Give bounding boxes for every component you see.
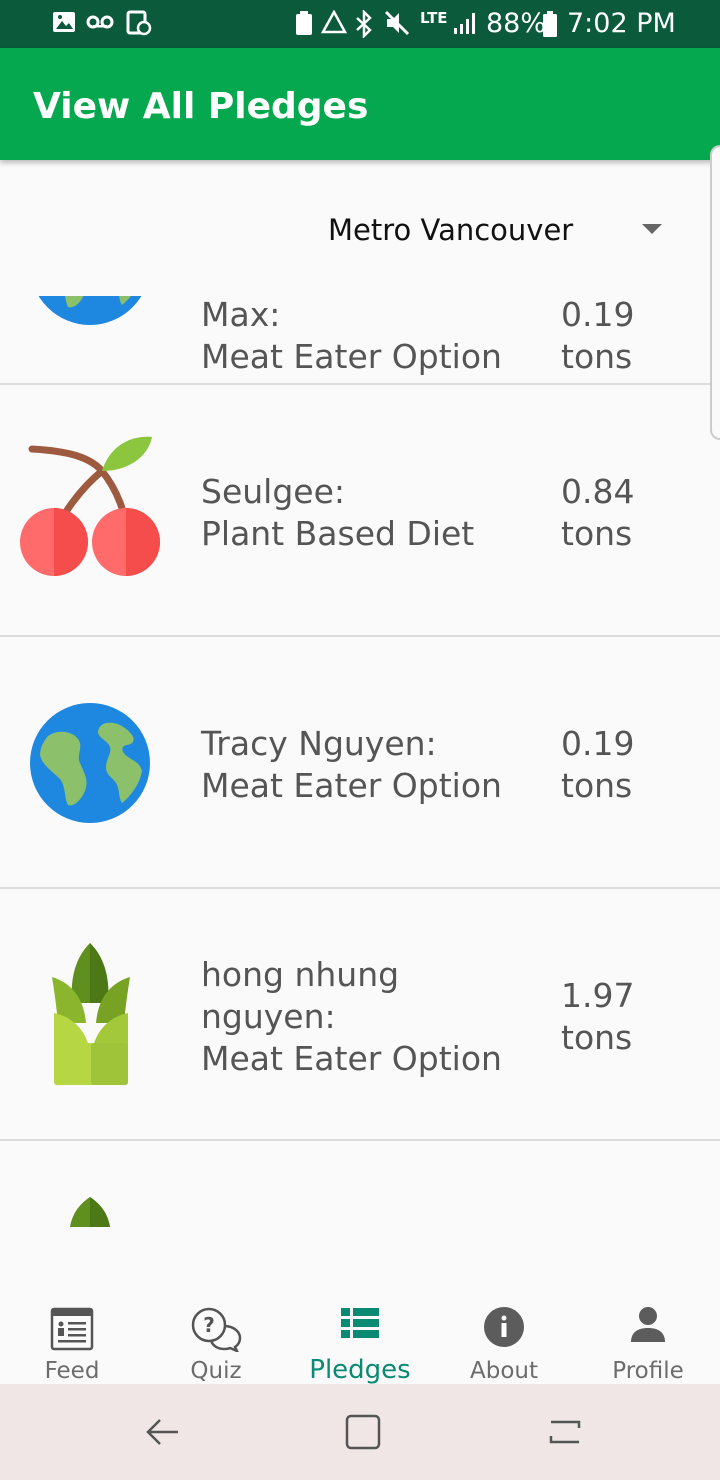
svg-text:?: ? — [203, 1313, 215, 1337]
pledge-amount: 0.19 — [561, 724, 635, 763]
pledge-unit: tons — [561, 337, 633, 376]
battery-percent: 88% — [486, 8, 547, 39]
nav-item-profile[interactable]: Profile — [576, 1296, 720, 1384]
list-icon — [341, 1308, 379, 1338]
nav-item-feed[interactable]: Feed — [0, 1296, 144, 1384]
signal-icon — [454, 13, 475, 34]
info-icon — [484, 1307, 524, 1347]
calendar-notification-icon — [126, 10, 152, 36]
nav-item-about[interactable]: About — [432, 1296, 576, 1384]
nav-label-about: About — [469, 1358, 538, 1384]
battery-saver-icon — [296, 11, 312, 35]
pledge-user-name: Max: — [201, 296, 281, 334]
pledge-user-name: Tracy Nguyen: — [201, 724, 437, 763]
bottom-navigation: Feed ? Quiz Pledges About Profile — [0, 1296, 720, 1385]
feed-icon — [50, 1307, 94, 1351]
recent-apps-icon[interactable] — [545, 1412, 585, 1452]
nav-item-quiz[interactable]: ? Quiz — [144, 1296, 288, 1384]
earth-icon — [38, 296, 142, 325]
nav-label-pledges: Pledges — [309, 1355, 411, 1385]
network-type: LTE — [420, 9, 448, 27]
earth-icon — [30, 703, 150, 823]
pledge-row[interactable]: Seulgee: Plant Based Diet 0.84 tons — [0, 385, 720, 637]
pledge-user-name-line1: hong nhung — [201, 955, 400, 994]
pledge-option: Plant Based Diet — [201, 514, 475, 553]
pledge-row[interactable]: hong nhung nguyen: Meat Eater Option 1.9… — [0, 889, 720, 1141]
pledge-user-name-line2: nguyen: — [201, 997, 336, 1036]
pledge-row[interactable]: Tracy Nguyen: Meat Eater Option 0.19 ton… — [0, 637, 720, 889]
back-arrow-icon[interactable] — [142, 1412, 182, 1452]
nav-item-pledges[interactable]: Pledges — [288, 1296, 432, 1385]
pledge-option: Meat Eater Option — [201, 766, 502, 805]
pledge-amount: 0.84 — [561, 472, 635, 511]
bamboo-shoot-icon — [70, 1197, 110, 1227]
pledge-amount: 1.97 — [561, 976, 635, 1015]
status-bar: LTE 88% 7:02 PM — [0, 0, 720, 48]
region-dropdown[interactable]: Metro Vancouver — [0, 160, 720, 296]
pledge-unit: tons — [561, 1018, 633, 1057]
person-icon — [631, 1307, 665, 1342]
sync-icon — [320, 10, 348, 34]
pledge-amount: 0.19 — [561, 296, 635, 334]
dropdown-arrow-icon[interactable] — [642, 224, 662, 234]
region-selected-value: Metro Vancouver — [328, 213, 574, 247]
clock: 7:02 PM — [567, 8, 676, 39]
nav-label-quiz: Quiz — [190, 1358, 242, 1384]
pledge-option: Meat Eater Option — [201, 337, 502, 376]
quiz-icon: ? — [191, 1307, 242, 1352]
nav-label-feed: Feed — [44, 1358, 100, 1384]
pledge-unit: tons — [561, 514, 633, 553]
pledge-unit: tons — [561, 766, 633, 805]
bluetooth-icon — [356, 10, 372, 38]
cherries-icon — [20, 436, 160, 576]
page-title: View All Pledges — [33, 86, 369, 127]
nav-label-profile: Profile — [612, 1358, 684, 1384]
system-navigation-bar — [0, 1384, 720, 1480]
mute-icon — [384, 10, 410, 36]
home-square-icon[interactable] — [343, 1412, 383, 1452]
battery-icon — [543, 11, 557, 37]
voicemail-icon — [86, 15, 114, 29]
pledge-row[interactable]: Max: Meat Eater Option 0.19 tons — [0, 296, 720, 385]
pledge-list[interactable]: Max: Meat Eater Option 0.19 tons Seulgee… — [0, 296, 720, 1296]
app-bar: View All Pledges — [0, 48, 720, 160]
pledge-user-name: Seulgee: — [201, 472, 346, 511]
scroll-indicator — [710, 145, 720, 440]
pledge-option: Meat Eater Option — [201, 1039, 502, 1078]
pledge-row[interactable] — [0, 1141, 720, 1296]
bamboo-shoot-icon — [52, 943, 130, 1085]
gallery-notification-icon — [53, 12, 75, 32]
